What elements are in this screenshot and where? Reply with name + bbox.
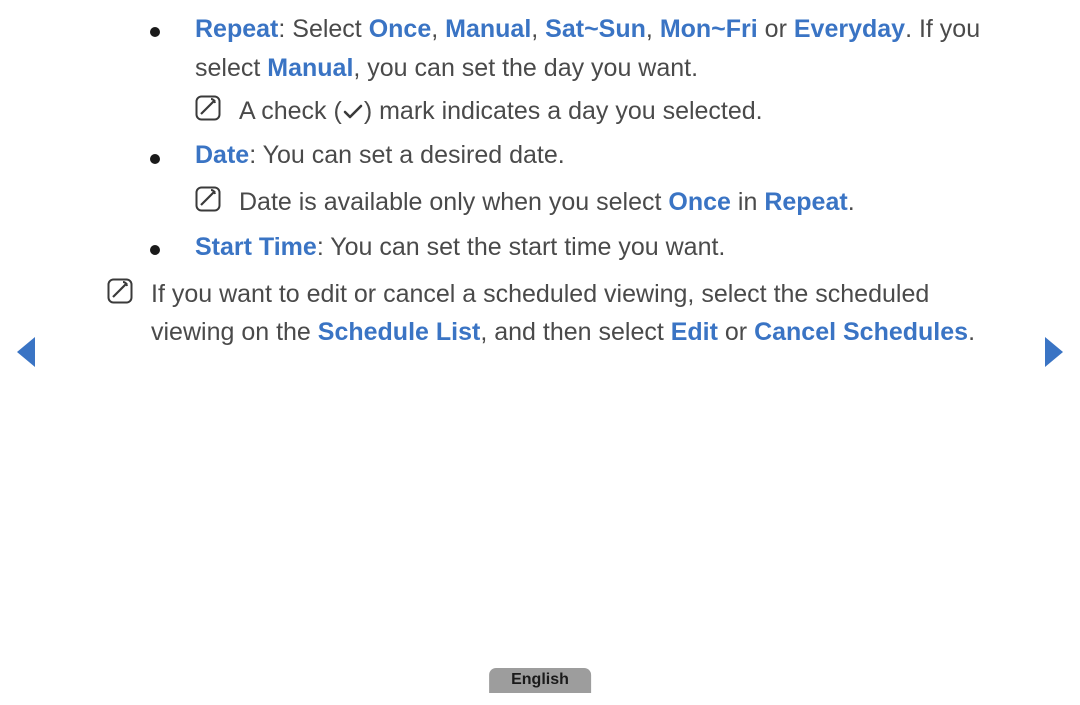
note-repeat-check: A check () mark indicates a day you sele… <box>115 92 1015 133</box>
prev-page-arrow[interactable] <box>15 335 37 374</box>
term-cancel-schedules: Cancel Schedules <box>754 318 968 346</box>
opt-manual: Manual <box>445 15 531 43</box>
term-schedule-list: Schedule List <box>318 318 481 346</box>
language-indicator: English <box>489 668 591 693</box>
opt-everyday: Everyday <box>794 15 905 43</box>
bullet-repeat-text: Repeat: Select Once, Manual, Sat~Sun, Mo… <box>195 10 1015 88</box>
note-date-text: Date is available only when you select O… <box>239 183 1015 224</box>
opt-satsun: Sat~Sun <box>545 15 646 43</box>
term-edit: Edit <box>671 318 718 346</box>
next-page-arrow[interactable] <box>1043 335 1065 374</box>
note-edit-text: If you want to edit or cancel a schedule… <box>151 275 1015 353</box>
bullet-date-text: Date: You can set a desired date. <box>195 136 1015 179</box>
bullet-marker <box>115 228 195 271</box>
note-repeat-text: A check () mark indicates a day you sele… <box>239 92 1015 133</box>
note-icon <box>195 183 239 224</box>
term-repeat: Repeat <box>195 15 278 43</box>
note-date: Date is available only when you select O… <box>115 183 1015 224</box>
note-icon-svg <box>195 186 221 212</box>
bullet-date: Date: You can set a desired date. <box>115 136 1015 179</box>
chevron-left-icon <box>15 335 37 369</box>
note-edit-cancel: If you want to edit or cancel a schedule… <box>107 275 1015 353</box>
bullet-start-time: Start Time: You can set the start time y… <box>115 228 1015 271</box>
opt-once-2: Once <box>668 188 731 216</box>
opt-manual-2: Manual <box>267 54 353 82</box>
opt-monfri: Mon~Fri <box>660 15 758 43</box>
note-icon <box>195 92 239 133</box>
opt-once: Once <box>369 15 432 43</box>
chevron-right-icon <box>1043 335 1065 369</box>
term-repeat-2: Repeat <box>764 188 847 216</box>
term-start-time: Start Time <box>195 233 317 261</box>
note-icon-svg <box>107 278 133 304</box>
term-date: Date <box>195 141 249 169</box>
manual-content: Repeat: Select Once, Manual, Sat~Sun, Mo… <box>115 10 1015 356</box>
bullet-start-text: Start Time: You can set the start time y… <box>195 228 1015 271</box>
checkmark-icon <box>342 103 364 121</box>
bullet-repeat: Repeat: Select Once, Manual, Sat~Sun, Mo… <box>115 10 1015 88</box>
bullet-marker <box>115 10 195 88</box>
note-icon-svg <box>195 95 221 121</box>
bullet-marker <box>115 136 195 179</box>
note-icon <box>107 275 151 353</box>
